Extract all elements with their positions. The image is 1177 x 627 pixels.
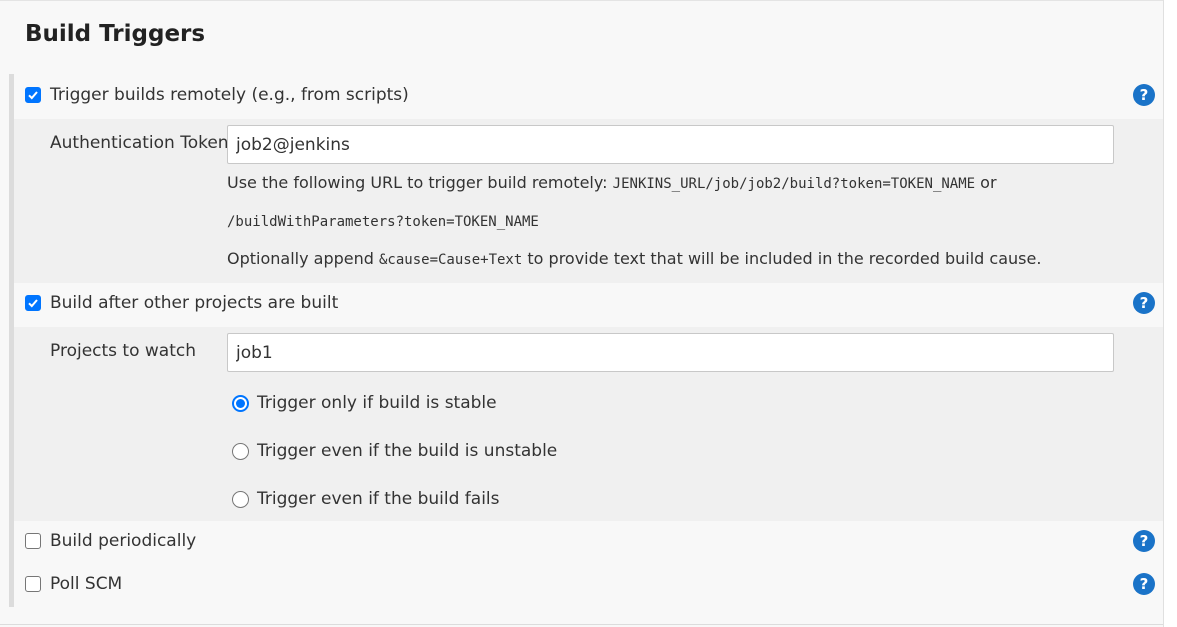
trigger-remote-label[interactable]: Trigger builds remotely (e.g., from scri… <box>50 85 409 105</box>
cause-prefix: Optionally append <box>227 249 379 268</box>
remote-url-code: JENKINS_URL/job/job2/build?token=TOKEN_N… <box>612 176 976 192</box>
radio-dot <box>236 398 245 408</box>
trigger-upstream-label[interactable]: Build after other projects are built <box>50 293 338 313</box>
projects-to-watch-input[interactable] <box>227 333 1114 372</box>
radio-fails-row[interactable]: Trigger even if the build fails <box>232 487 500 511</box>
remote-cause-help: Optionally append &cause=Cause+Text to p… <box>227 248 1041 271</box>
radio-stable[interactable] <box>232 394 249 412</box>
remote-url-alt-line: /buildWithParameters?token=TOKEN_NAME <box>227 210 539 233</box>
radio-unstable[interactable] <box>232 442 249 460</box>
cause-suffix: to provide text that will be included in… <box>522 249 1042 268</box>
trigger-remote-checkbox[interactable] <box>25 87 41 103</box>
radio-unstable-row[interactable]: Trigger even if the build is unstable <box>232 439 557 463</box>
check-icon <box>28 299 38 308</box>
trigger-remote-row: Trigger builds remotely (e.g., from scri… <box>25 83 1155 107</box>
remote-url-prefix: Use the following URL to trigger build r… <box>227 173 613 192</box>
question-circle-icon[interactable]: ? <box>1133 530 1155 552</box>
question-circle-icon[interactable]: ? <box>1133 292 1155 314</box>
trigger-periodic-checkbox[interactable] <box>25 533 41 549</box>
section-divider <box>0 624 1163 625</box>
auth-token-label: Authentication Token <box>50 133 229 153</box>
scrollbar-area <box>1163 0 1177 627</box>
radio-stable-row[interactable]: Trigger only if build is stable <box>232 391 497 415</box>
remote-url-help: Use the following URL to trigger build r… <box>227 172 997 195</box>
projects-to-watch-label: Projects to watch <box>50 341 197 361</box>
radio-fails-label[interactable]: Trigger even if the build fails <box>257 489 500 509</box>
trigger-periodic-label[interactable]: Build periodically <box>50 531 196 551</box>
build-triggers-page: Build Triggers Trigger builds remotely (… <box>0 0 1177 627</box>
check-icon <box>28 91 38 100</box>
remote-url-alt-code: /buildWithParameters?token=TOKEN_NAME <box>227 214 539 230</box>
trigger-upstream-checkbox[interactable] <box>25 295 41 311</box>
section-title: Build Triggers <box>25 21 206 47</box>
radio-stable-label[interactable]: Trigger only if build is stable <box>257 393 497 413</box>
question-circle-icon[interactable]: ? <box>1133 84 1155 106</box>
trigger-pollscm-checkbox[interactable] <box>25 576 41 592</box>
trigger-upstream-row: Build after other projects are built ? <box>25 291 1155 315</box>
cause-code: &cause=Cause+Text <box>379 252 523 268</box>
radio-fails[interactable] <box>232 490 249 508</box>
trigger-pollscm-label[interactable]: Poll SCM <box>50 574 122 594</box>
trigger-pollscm-row: Poll SCM ? <box>25 572 1155 596</box>
trigger-periodic-row: Build periodically ? <box>25 529 1155 553</box>
remote-url-or: or <box>975 173 997 192</box>
question-circle-icon[interactable]: ? <box>1133 573 1155 595</box>
radio-unstable-label[interactable]: Trigger even if the build is unstable <box>257 441 557 461</box>
auth-token-input[interactable] <box>227 125 1114 164</box>
